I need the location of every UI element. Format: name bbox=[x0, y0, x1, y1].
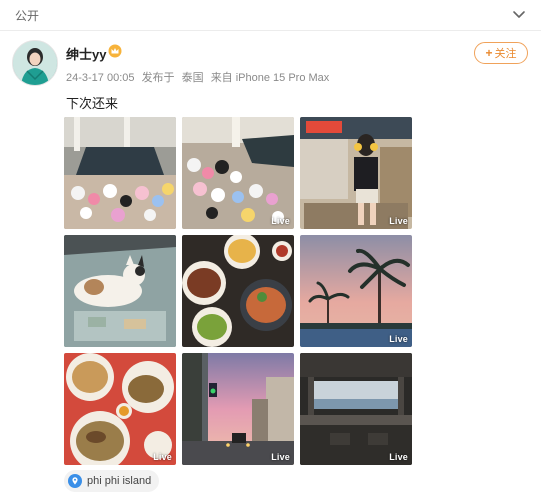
post-region: 泰国 bbox=[181, 72, 204, 84]
avatar[interactable] bbox=[12, 40, 58, 86]
top-bar: 公开 bbox=[0, 0, 541, 31]
posted-from-label: 发布于 bbox=[141, 72, 175, 84]
photo-street-dusk[interactable]: Live bbox=[182, 353, 294, 465]
post-source: 来自 iPhone 15 Pro Max bbox=[210, 72, 330, 84]
photo-terrace-sea[interactable]: Live bbox=[300, 353, 412, 465]
vip-crown-icon bbox=[108, 44, 122, 58]
live-badge: Live bbox=[271, 452, 290, 462]
plus-icon: + bbox=[485, 46, 493, 60]
live-badge: Live bbox=[389, 216, 408, 226]
visibility-label: 公开 bbox=[15, 9, 40, 23]
photo-grid: Live Live Live Live Live Live bbox=[64, 117, 412, 465]
follow-button[interactable]: + 关注 bbox=[474, 42, 528, 64]
post-text: 下次还来 bbox=[66, 96, 119, 111]
photo-soup-dishes[interactable]: Live bbox=[64, 353, 176, 465]
chevron-down-icon[interactable] bbox=[511, 6, 527, 22]
live-badge: Live bbox=[271, 216, 290, 226]
photo-pool-plush-toys[interactable] bbox=[64, 117, 176, 229]
photo-thai-food[interactable] bbox=[182, 235, 294, 347]
location-tag[interactable]: phi phi island bbox=[64, 470, 160, 492]
location-label: phi phi island bbox=[87, 475, 152, 487]
photo-girl-headphones[interactable]: Live bbox=[300, 117, 412, 229]
location-pin-icon bbox=[68, 474, 82, 488]
author-name[interactable]: 绅士yy bbox=[66, 44, 106, 63]
live-badge: Live bbox=[153, 452, 172, 462]
post-meta: 24-3-17 00:05 发布于 泰国 来自 iPhone 15 Pro Ma… bbox=[66, 69, 333, 85]
photo-cat-display-case[interactable] bbox=[64, 235, 176, 347]
live-badge: Live bbox=[389, 334, 408, 344]
live-badge: Live bbox=[389, 452, 408, 462]
photo-plush-on-steps[interactable]: Live bbox=[182, 117, 294, 229]
post-timestamp[interactable]: 24-3-17 00:05 bbox=[66, 72, 135, 84]
photo-palm-sunset[interactable]: Live bbox=[300, 235, 412, 347]
follow-label: 关注 bbox=[494, 48, 517, 60]
